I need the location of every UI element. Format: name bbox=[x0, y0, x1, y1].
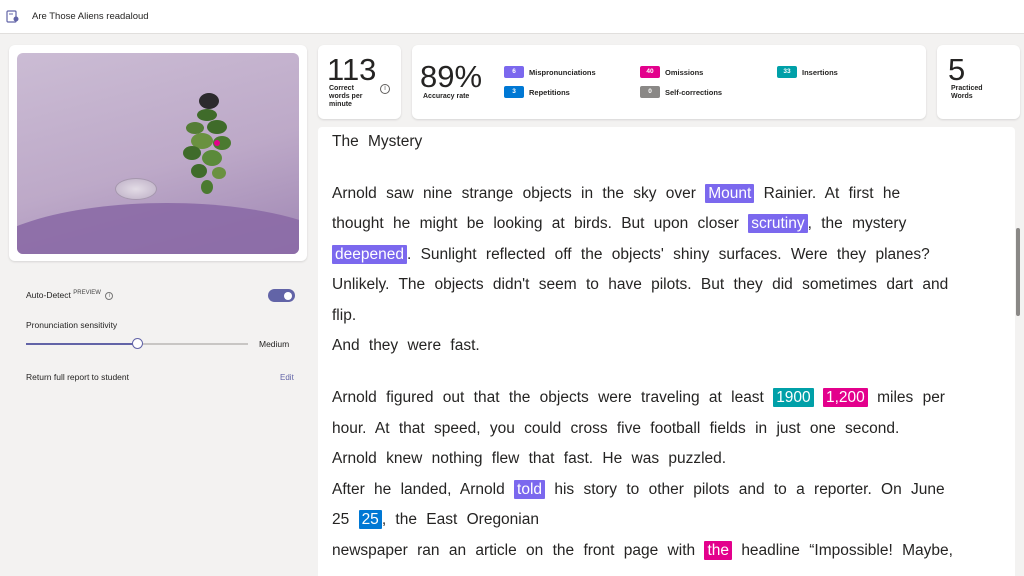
insertion-word[interactable]: 1900 bbox=[773, 388, 814, 407]
sensitivity-value: Medium bbox=[259, 339, 290, 349]
mispronunciation-word[interactable]: Mount bbox=[705, 184, 755, 203]
mispronunciations-count: 6 bbox=[504, 66, 524, 78]
accuracy-card: 89% Accuracy rate 6 Mispronunciations 3 … bbox=[412, 45, 926, 119]
passage-line: newspaper ran an article on the front pa… bbox=[332, 541, 953, 560]
mispronunciations-label[interactable]: Mispronunciations bbox=[529, 68, 596, 77]
insertions-label[interactable]: Insertions bbox=[802, 68, 838, 77]
cwpm-info-icon[interactable]: i bbox=[380, 84, 390, 94]
repetitions-label[interactable]: Repetitions bbox=[529, 88, 570, 97]
auto-detect-toggle[interactable] bbox=[268, 289, 295, 302]
reading-passage: The Mystery Arnold saw nine strange obje… bbox=[318, 127, 1015, 576]
passage-line: Arnold saw nine strange objects in the s… bbox=[332, 184, 901, 203]
passage-line: After he landed, Arnold told his story t… bbox=[332, 480, 945, 499]
insertions-count: 33 bbox=[777, 66, 797, 78]
passage-line: Arnold knew nothing flew that fast. He w… bbox=[332, 450, 727, 467]
practiced-label: Practiced Words bbox=[951, 85, 983, 100]
omissions-count: 40 bbox=[640, 66, 660, 78]
mispronunciation-word[interactable]: told bbox=[514, 480, 546, 499]
omission-word[interactable]: the bbox=[704, 541, 732, 560]
accuracy-value: 89% bbox=[420, 59, 483, 94]
auto-detect-row: Auto-Detect PREVIEW i bbox=[26, 290, 114, 300]
cwpm-card: 113 Correct words per minute i bbox=[318, 45, 401, 119]
reading-scrollbar[interactable] bbox=[1016, 228, 1020, 316]
self-corrections-count: 0 bbox=[640, 86, 660, 98]
accuracy-label: Accuracy rate bbox=[423, 93, 470, 100]
self-corrections-label[interactable]: Self-corrections bbox=[665, 88, 722, 97]
preview-tag: PREVIEW bbox=[73, 290, 101, 297]
video-card bbox=[9, 45, 307, 261]
auto-detect-label: Auto-Detect bbox=[26, 290, 71, 300]
sensitivity-slider-thumb[interactable] bbox=[131, 338, 143, 349]
cwpm-label: Correct words per minute bbox=[329, 85, 363, 108]
passage-line: Arnold figured out that the objects were… bbox=[332, 388, 945, 407]
mispronunciation-word[interactable]: scrutiny bbox=[748, 214, 808, 233]
practiced-card: 5 Practiced Words bbox=[937, 45, 1020, 119]
student-video[interactable] bbox=[17, 53, 299, 254]
omissions-label[interactable]: Omissions bbox=[665, 68, 703, 77]
app-title: Are Those Aliens readaloud bbox=[32, 11, 149, 22]
passage-line: 25 25, the East Oregonian bbox=[332, 510, 539, 529]
repetitions-count: 3 bbox=[504, 86, 524, 98]
edit-link[interactable]: Edit bbox=[280, 373, 294, 382]
passage-line: flip. bbox=[332, 307, 357, 324]
passage-line: thought he might be looking at birds. Bu… bbox=[332, 214, 907, 233]
sensitivity-slider-fill bbox=[26, 343, 137, 345]
cwpm-value: 113 bbox=[327, 52, 377, 87]
ceiling-light bbox=[115, 178, 157, 200]
return-report-label: Return full report to student bbox=[26, 372, 130, 382]
omission-word[interactable]: 1,200 bbox=[822, 388, 868, 407]
passage-line: hour. At that speed, you could cross fiv… bbox=[332, 420, 900, 437]
info-icon[interactable]: i bbox=[105, 291, 114, 300]
passage-line: deepened. Sunlight reflected off the obj… bbox=[332, 245, 930, 264]
sensitivity-slider[interactable] bbox=[26, 338, 248, 349]
passage-line: Unlikely. The objects didn't seem to hav… bbox=[332, 276, 949, 293]
sensitivity-label: Pronunciation sensitivity bbox=[26, 320, 118, 330]
reading-progress-app-icon bbox=[6, 9, 20, 24]
mispronunciation-word[interactable]: deepened bbox=[332, 245, 407, 264]
hanging-plant-image bbox=[183, 109, 231, 194]
passage-line: And they were fast. bbox=[332, 337, 480, 354]
practiced-value: 5 bbox=[948, 52, 966, 87]
repetition-word[interactable]: 25 bbox=[358, 510, 382, 529]
passage-title: The Mystery bbox=[332, 133, 423, 150]
title-bar: Are Those Aliens readaloud bbox=[0, 0, 1024, 34]
